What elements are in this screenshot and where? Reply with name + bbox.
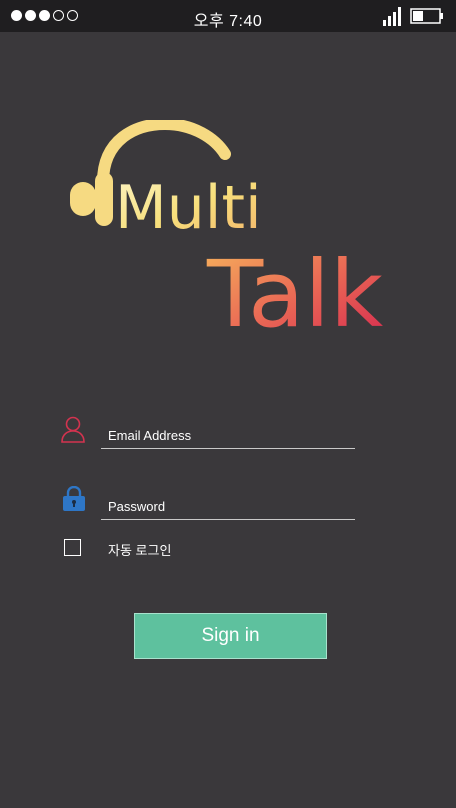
logo-word-multi: Multi — [115, 173, 262, 243]
app-logo: Multi Talk — [70, 120, 384, 335]
lock-icon — [63, 486, 85, 511]
cell-signal-icon — [383, 7, 401, 26]
logo-word-talk: Talk — [206, 241, 384, 335]
status-bar: 오후 7:40 — [0, 0, 456, 32]
password-underline — [101, 519, 355, 520]
auto-login-checkbox[interactable] — [64, 539, 81, 556]
auto-login-label: 자동 로그인 — [108, 543, 172, 558]
email-underline — [101, 448, 355, 449]
battery-icon — [410, 8, 443, 24]
password-field[interactable]: Password — [108, 499, 165, 514]
email-field[interactable]: Email Address — [108, 428, 191, 443]
user-icon — [61, 416, 85, 443]
sign-in-button[interactable]: Sign in — [134, 613, 327, 659]
